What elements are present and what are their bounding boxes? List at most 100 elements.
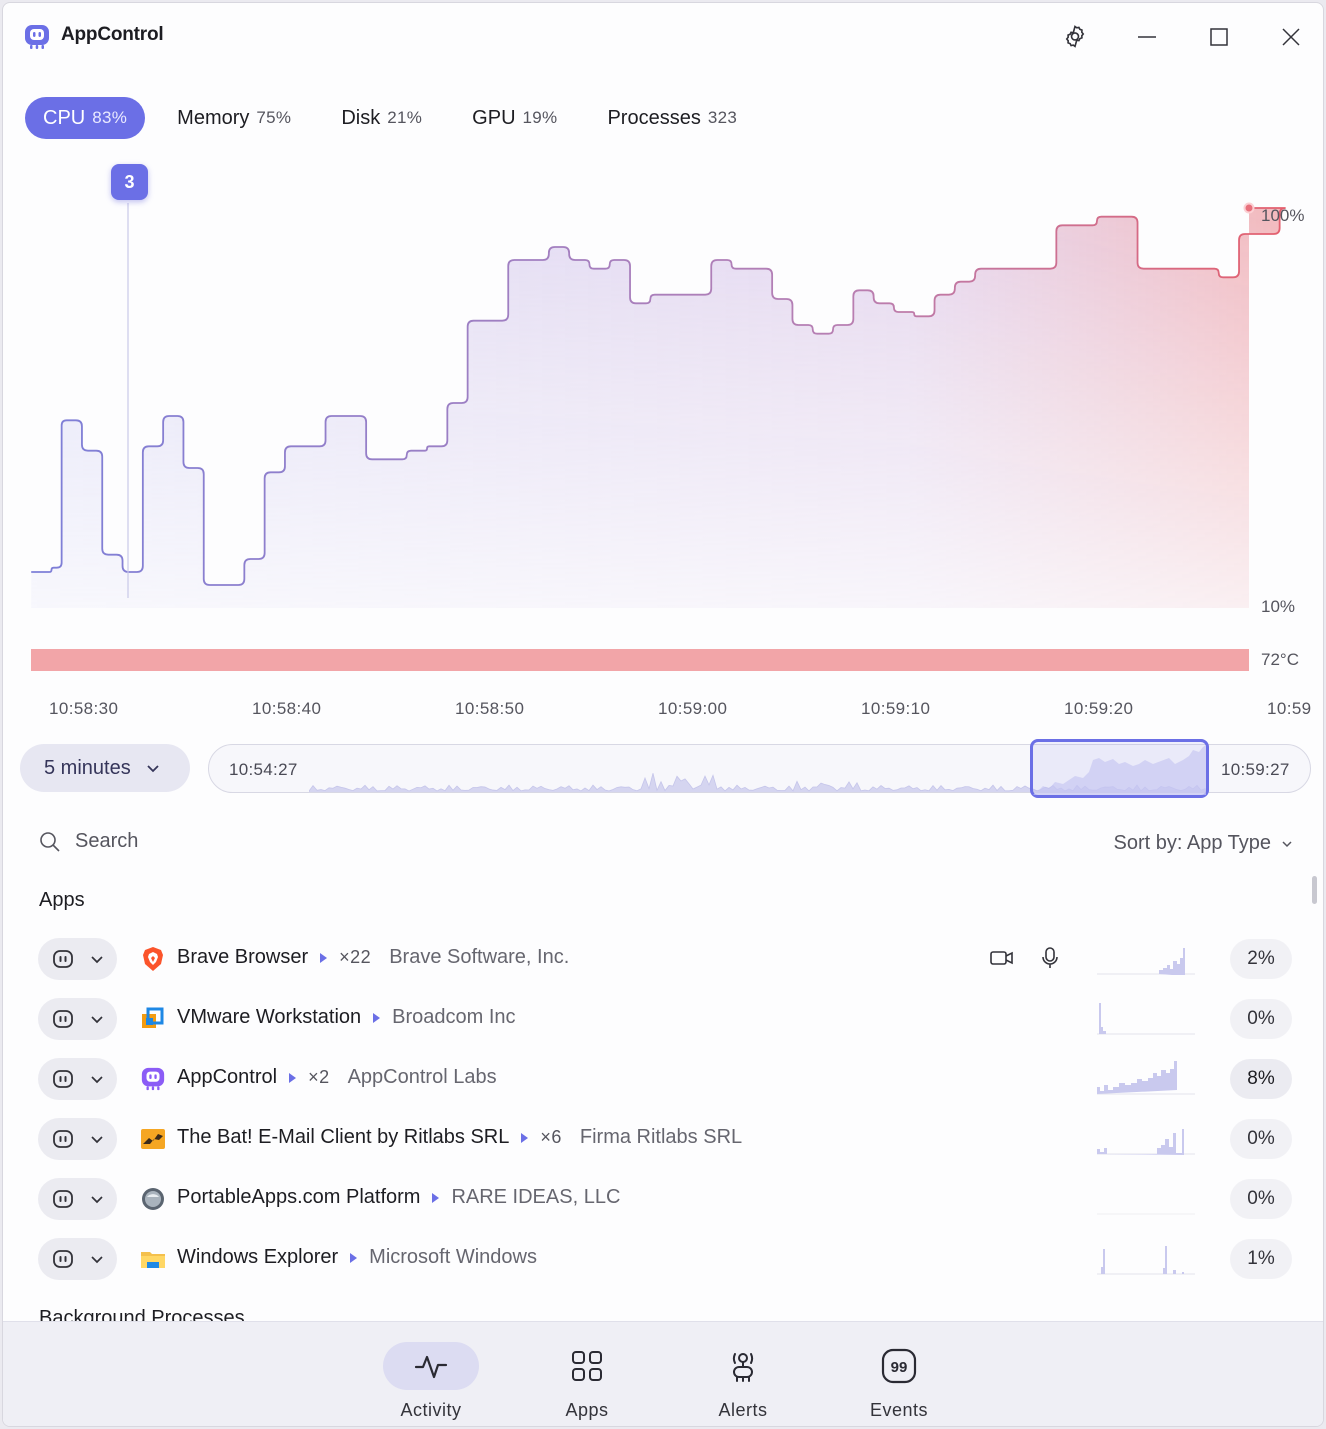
nav-apps[interactable]: Apps xyxy=(539,1342,635,1422)
tab-disk[interactable]: Disk 21% xyxy=(323,97,440,139)
appcontrol-icon xyxy=(141,1067,165,1091)
expand-arrow-icon[interactable] xyxy=(432,1192,440,1203)
close-icon xyxy=(1282,28,1300,46)
tab-label: CPU xyxy=(43,106,86,129)
tab-label: GPU xyxy=(472,106,516,129)
microphone-icon xyxy=(1042,947,1058,968)
row-expand-control[interactable] xyxy=(38,998,117,1040)
appcontrol-logo-icon xyxy=(25,25,49,49)
app-row-vmware[interactable]: VMware Workstation Broadcom Inc 0% xyxy=(3,989,1323,1049)
list-scrollbar[interactable] xyxy=(1312,876,1317,904)
app-row-brave[interactable]: Brave Browser ×22 Brave Software, Inc. 2… xyxy=(3,929,1323,989)
overview-selection-window[interactable] xyxy=(1030,739,1209,798)
robot-face-icon xyxy=(53,1250,73,1268)
title-bar[interactable]: AppControl xyxy=(3,3,1323,67)
app-row-text: The Bat! E-Mail Client by Ritlabs SRL ×6… xyxy=(177,1126,742,1149)
robot-face-icon xyxy=(53,1070,73,1088)
app-publisher: RARE IDEAS, LLC xyxy=(451,1186,621,1208)
expand-arrow-icon[interactable] xyxy=(373,1012,381,1023)
svg-text:99: 99 xyxy=(891,1359,908,1376)
app-row-windows-explorer[interactable]: Windows Explorer Microsoft Windows 1% xyxy=(3,1229,1323,1289)
app-name: The Bat! E-Mail Client by Ritlabs SRL xyxy=(177,1126,510,1148)
app-window: AppControl CPU 83% Memory 75% Disk 21% GPU 1… xyxy=(2,2,1324,1427)
cpu-usage-chart[interactable] xyxy=(3,153,1324,683)
maximize-button[interactable] xyxy=(1203,21,1235,53)
alerts-icon xyxy=(732,1353,754,1382)
tab-label: Memory xyxy=(177,106,250,129)
tab-cpu[interactable]: CPU 83% xyxy=(25,97,146,139)
instance-count: ×6 xyxy=(540,1127,562,1147)
usage-sparkline xyxy=(1097,1003,1195,1035)
tab-value: 83% xyxy=(92,108,128,127)
row-expand-control[interactable] xyxy=(38,1178,117,1220)
row-expand-control[interactable] xyxy=(38,938,117,980)
temperature-label: 72°C xyxy=(1261,650,1299,669)
app-title: AppControl xyxy=(61,24,164,45)
tab-memory[interactable]: Memory 75% xyxy=(159,97,309,139)
robot-face-icon xyxy=(53,1190,73,1208)
temperature-bar xyxy=(31,649,1249,671)
duration-dropdown[interactable]: 5 minutes xyxy=(20,744,190,792)
thebat-icon xyxy=(141,1129,165,1149)
tab-processes[interactable]: Processes 323 xyxy=(589,97,755,139)
tab-gpu[interactable]: GPU 19% xyxy=(454,97,575,139)
nav-alerts-pill xyxy=(695,1342,791,1390)
row-expand-control[interactable] xyxy=(38,1238,117,1280)
usage-sparkline xyxy=(1097,1061,1195,1095)
usage-percent: 8% xyxy=(1230,1059,1292,1099)
app-row-thebat[interactable]: The Bat! E-Mail Client by Ritlabs SRL ×6… xyxy=(3,1109,1323,1169)
row-expand-control[interactable] xyxy=(38,1118,117,1160)
portableapps-icon xyxy=(142,1188,164,1210)
app-row-appcontrol[interactable]: AppControl ×2 AppControl Labs 8% xyxy=(3,1049,1323,1109)
sort-label: Sort by: App Type xyxy=(1113,832,1271,854)
search-bar[interactable] xyxy=(39,830,375,853)
nav-apps-pill xyxy=(539,1342,635,1390)
app-publisher: Broadcom Inc xyxy=(392,1006,516,1028)
cpu-area-fill xyxy=(31,208,1286,608)
y-axis-max-label: 100% xyxy=(1261,206,1305,225)
current-value-dot xyxy=(1243,202,1255,214)
time-tick: 10:58:30 xyxy=(49,699,119,718)
nav-alerts[interactable]: Alerts xyxy=(695,1342,791,1422)
app-name: Windows Explorer xyxy=(177,1246,339,1268)
expand-arrow-icon[interactable] xyxy=(350,1252,358,1263)
minimize-button[interactable] xyxy=(1131,21,1163,53)
tab-value: 323 xyxy=(707,108,738,127)
usage-sparkline xyxy=(1097,1213,1195,1215)
tab-value: 21% xyxy=(387,108,423,127)
chevron-down-icon xyxy=(1282,840,1292,847)
chevron-down-icon xyxy=(91,1076,103,1084)
close-button[interactable] xyxy=(1275,21,1307,53)
nav-events[interactable]: 99 Events xyxy=(851,1342,947,1422)
nav-activity[interactable]: Activity xyxy=(383,1342,479,1422)
nav-events-pill: 99 xyxy=(851,1342,947,1390)
selection-sparkline xyxy=(1033,745,1206,795)
robot-face-icon xyxy=(53,1130,73,1148)
nav-label: Alerts xyxy=(718,1400,768,1420)
tab-label: Disk xyxy=(341,106,381,129)
nav-activity-pill xyxy=(383,1342,479,1390)
expand-arrow-icon[interactable] xyxy=(289,1072,297,1083)
usage-sparkline xyxy=(1097,948,1195,975)
search-input[interactable] xyxy=(75,830,375,853)
usage-percent: 2% xyxy=(1230,939,1292,979)
row-expand-control[interactable] xyxy=(38,1058,117,1100)
events-icon: 99 xyxy=(881,1348,917,1384)
instance-count: ×22 xyxy=(339,947,372,967)
event-marker-badge[interactable]: 3 xyxy=(111,164,148,200)
usage-percent: 0% xyxy=(1230,1119,1292,1159)
tab-value: 19% xyxy=(522,108,558,127)
nav-label: Apps xyxy=(565,1400,609,1420)
app-row-text: Windows Explorer Microsoft Windows xyxy=(177,1246,537,1269)
camera-icon xyxy=(990,951,1013,965)
sort-dropdown[interactable]: Sort by: App Type xyxy=(1113,832,1293,855)
expand-arrow-icon[interactable] xyxy=(521,1132,529,1143)
expand-arrow-icon[interactable] xyxy=(320,952,328,963)
app-row-portableapps[interactable]: PortableApps.com Platform RARE IDEAS, LL… xyxy=(3,1169,1323,1229)
app-row-text: PortableApps.com Platform RARE IDEAS, LL… xyxy=(177,1186,620,1209)
duration-label: 5 minutes xyxy=(44,756,131,779)
usage-sparkline xyxy=(1097,1246,1195,1275)
time-tick: 10:59:00 xyxy=(658,699,728,718)
settings-button[interactable] xyxy=(1059,21,1091,53)
gear-icon xyxy=(1065,25,1085,48)
